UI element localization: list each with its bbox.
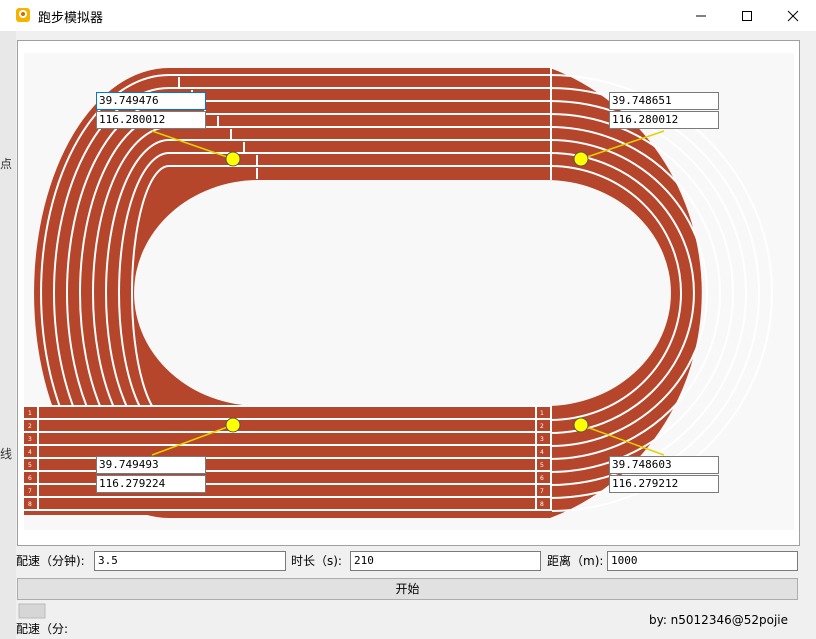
duration-input[interactable]: 210 bbox=[350, 551, 541, 571]
author-credit: by: n5012346@52pojie bbox=[648, 613, 788, 627]
corner-marker bbox=[225, 151, 241, 167]
start-button[interactable]: 开始 bbox=[17, 578, 798, 600]
maximize-icon bbox=[742, 10, 752, 21]
lane-number: 1 bbox=[28, 410, 32, 417]
lane-number: 8 bbox=[540, 501, 544, 508]
lane-number: 1 bbox=[540, 410, 544, 417]
lane-number: 7 bbox=[540, 488, 544, 495]
top-right-longitude-input[interactable]: 116.280012 bbox=[609, 111, 719, 129]
infield bbox=[134, 180, 671, 406]
distance-label: 距离（m): bbox=[547, 554, 604, 568]
maximize-button[interactable] bbox=[724, 0, 770, 31]
bottom-right-longitude-input[interactable]: 116.279212 bbox=[609, 475, 719, 493]
lane-number: 5 bbox=[28, 462, 32, 469]
bottom-right-latitude-input[interactable]: 39.748603 bbox=[609, 456, 719, 474]
pace-status-label: 配速（分: bbox=[16, 622, 69, 636]
bottom-left-latitude-input[interactable]: 39.749493 bbox=[96, 456, 206, 474]
lane-number: 3 bbox=[28, 436, 32, 443]
top-left-longitude-input[interactable]: 116.280012 bbox=[96, 111, 206, 129]
top-left-latitude-input[interactable]: 39.749476 bbox=[96, 92, 206, 110]
lane-number: 6 bbox=[540, 475, 544, 482]
lane-number: 7 bbox=[28, 488, 32, 495]
lane-number: 4 bbox=[540, 449, 544, 456]
window-title: 跑步模拟器 bbox=[38, 11, 104, 26]
corner-marker bbox=[573, 417, 589, 433]
top-right-latitude-input[interactable]: 39.748651 bbox=[609, 92, 719, 110]
lane-number: 3 bbox=[540, 436, 544, 443]
lane-number: 5 bbox=[540, 462, 544, 469]
lane-number: 2 bbox=[28, 423, 32, 430]
lane-number: 2 bbox=[540, 423, 544, 430]
pace-input[interactable]: 3.5 bbox=[94, 551, 286, 571]
pace-label: 配速（分钟): bbox=[16, 554, 85, 568]
lane-number: 6 bbox=[28, 475, 32, 482]
minimize-button[interactable] bbox=[678, 0, 724, 31]
lane-number: 8 bbox=[28, 501, 32, 508]
corner-marker bbox=[225, 417, 241, 433]
minimize-icon bbox=[696, 15, 706, 16]
background-window-edge: 点 线 bbox=[0, 31, 16, 639]
close-icon bbox=[787, 10, 799, 21]
title-bar: 跑步模拟器 bbox=[0, 0, 816, 31]
duration-label: 时长（s): bbox=[291, 554, 342, 568]
background-text: 线 bbox=[0, 447, 13, 461]
lane-number: 4 bbox=[28, 449, 32, 456]
track-panel: 1 2 3 4 5 6 7 8 1 2 3 4 5 6 7 8 39.74947… bbox=[17, 40, 800, 546]
track-canvas[interactable]: 1 2 3 4 5 6 7 8 1 2 3 4 5 6 7 8 39.74947… bbox=[24, 53, 794, 530]
app-icon bbox=[14, 6, 32, 24]
distance-input[interactable]: 1000 bbox=[607, 551, 798, 571]
background-text: 点 bbox=[0, 157, 13, 171]
bottom-left-longitude-input[interactable]: 116.279224 bbox=[96, 475, 206, 493]
close-button[interactable] bbox=[770, 0, 816, 31]
corner-marker bbox=[573, 151, 589, 167]
progress-indicator bbox=[17, 600, 47, 622]
